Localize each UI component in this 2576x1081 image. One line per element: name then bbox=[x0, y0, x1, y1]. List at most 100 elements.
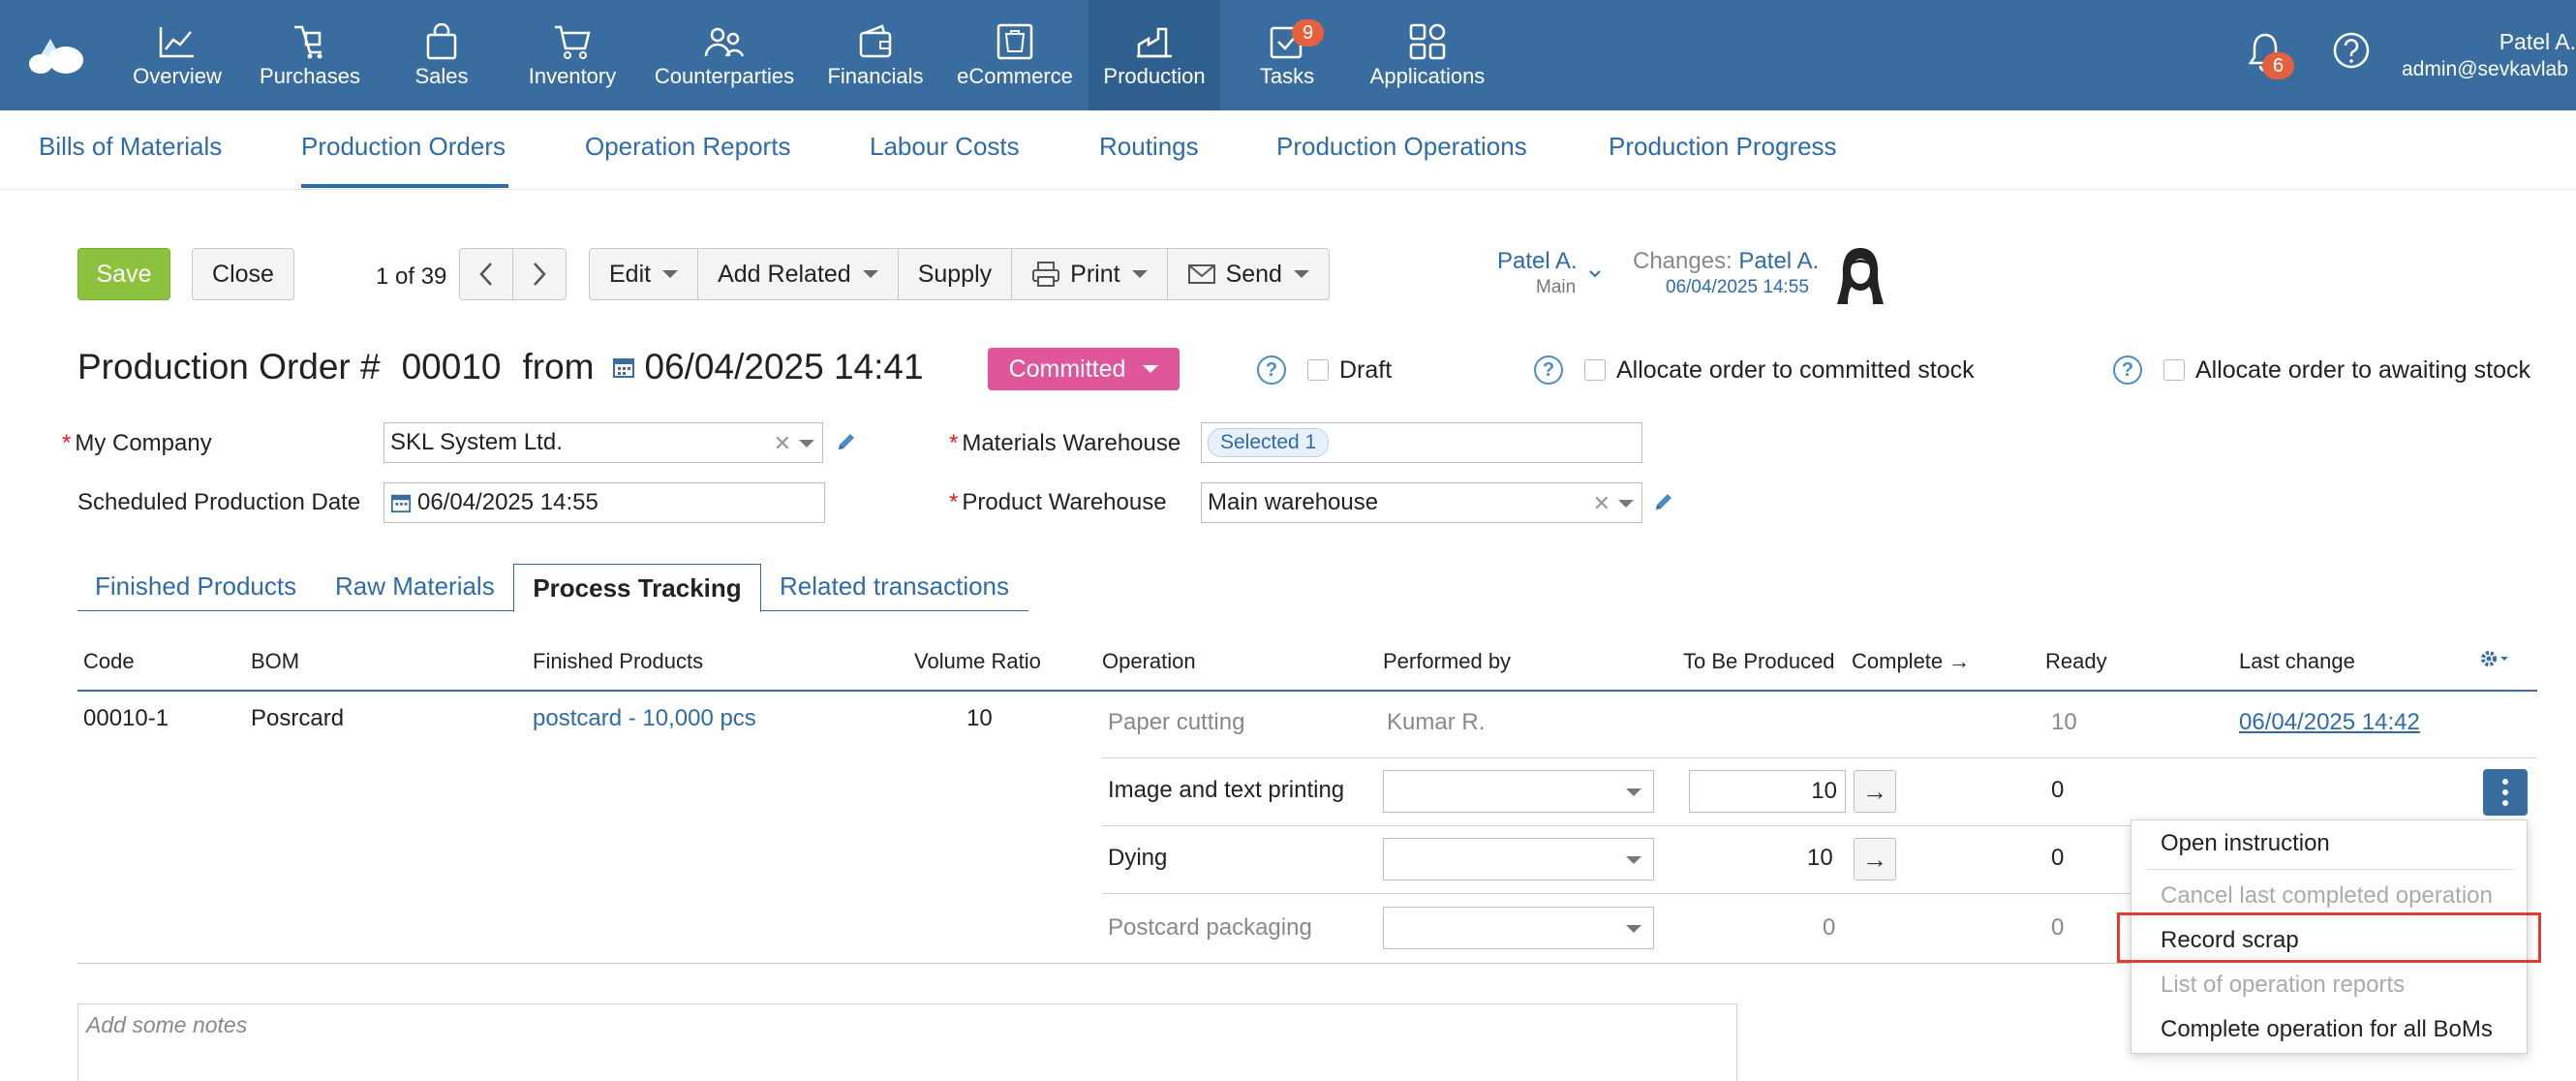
notes-textarea[interactable]: Add some notes bbox=[77, 1004, 1737, 1081]
subtab-production-orders[interactable]: Production Orders bbox=[301, 132, 506, 162]
clear-icon[interactable]: ✕ bbox=[774, 431, 791, 456]
chevron-down-icon[interactable] bbox=[1588, 269, 1602, 279]
col-last-change[interactable]: Last change bbox=[2239, 649, 2355, 674]
allocate-awaiting-help-icon[interactable]: ? bbox=[2113, 355, 2142, 385]
close-button[interactable]: Close bbox=[192, 248, 294, 300]
gear-icon[interactable] bbox=[2479, 649, 2514, 670]
title-from: from bbox=[522, 347, 595, 386]
subtab-operation-reports[interactable]: Operation Reports bbox=[585, 132, 790, 162]
col-code[interactable]: Code bbox=[83, 649, 135, 674]
calendar-icon[interactable] bbox=[390, 492, 412, 513]
my-company-select[interactable]: SKL System Ltd. ✕ bbox=[383, 422, 823, 463]
materials-warehouse-label: * Materials Warehouse bbox=[949, 430, 1181, 456]
col-finished-products[interactable]: Finished Products bbox=[533, 649, 703, 674]
row-actions-kebab-button[interactable] bbox=[2483, 769, 2528, 816]
nav-inventory[interactable]: Inventory bbox=[523, 0, 622, 110]
allocate-awaiting-label: Allocate order to awaiting stock bbox=[2195, 356, 2531, 384]
order-number[interactable]: 00010 bbox=[402, 347, 502, 387]
chevron-down-icon[interactable] bbox=[799, 440, 814, 448]
changes-user[interactable]: Patel A. bbox=[1738, 248, 1819, 274]
col-to-be-produced[interactable]: To Be Produced bbox=[1683, 649, 1835, 674]
menu-separator bbox=[2145, 869, 2515, 870]
responsible-user[interactable]: Patel A. bbox=[1497, 248, 1578, 275]
print-menu-button[interactable]: Print bbox=[1012, 249, 1168, 299]
col-complete-all[interactable]: Complete → bbox=[1852, 649, 1970, 674]
calendar-icon[interactable] bbox=[612, 355, 635, 379]
caret-down-icon bbox=[1143, 365, 1159, 373]
product-warehouse-select[interactable]: Main warehouse ✕ bbox=[1201, 482, 1642, 523]
nav-tasks[interactable]: Tasks bbox=[1249, 0, 1325, 110]
order-date[interactable]: 06/04/2025 14:41 bbox=[645, 347, 924, 387]
scheduled-date-field[interactable]: 06/04/2025 14:55 bbox=[383, 482, 825, 523]
operation-ready: 0 bbox=[2051, 777, 2065, 803]
save-button[interactable]: Save bbox=[77, 248, 170, 300]
materials-warehouse-value[interactable]: Selected 1 bbox=[1208, 428, 1330, 457]
responsible-department: Main bbox=[1536, 277, 1577, 297]
col-bom[interactable]: BOM bbox=[251, 649, 299, 674]
supply-button[interactable]: Supply bbox=[899, 249, 1013, 299]
subtab-bills-of-materials[interactable]: Bills of Materials bbox=[39, 132, 222, 162]
next-record-button[interactable] bbox=[512, 248, 567, 300]
user-email[interactable]: admin@sevkavlab bbox=[2402, 58, 2576, 81]
clear-icon[interactable]: ✕ bbox=[1593, 491, 1610, 516]
row-finished-products-link[interactable]: postcard - 10,000 pcs bbox=[533, 705, 756, 732]
performed-by-select[interactable] bbox=[1383, 770, 1654, 813]
subtab-production-progress[interactable]: Production Progress bbox=[1609, 132, 1837, 162]
tab-related-transactions[interactable]: Related transactions bbox=[780, 571, 1009, 602]
nav-overview[interactable]: Overview bbox=[129, 0, 226, 110]
tab-finished-products[interactable]: Finished Products bbox=[95, 571, 296, 602]
previous-record-button[interactable] bbox=[459, 248, 513, 300]
menu-open-instruction[interactable]: Open instruction bbox=[2161, 830, 2330, 857]
operation-last-change-link[interactable]: 06/04/2025 14:42 bbox=[2239, 709, 2420, 736]
tab-raw-materials[interactable]: Raw Materials bbox=[335, 571, 495, 602]
nav-counterparties[interactable]: Counterparties bbox=[651, 0, 798, 110]
chevron-down-icon bbox=[1626, 925, 1641, 933]
chevron-down-icon bbox=[1626, 788, 1641, 796]
nav-financials[interactable]: Financials bbox=[825, 0, 926, 110]
col-volume-ratio[interactable]: Volume Ratio bbox=[914, 649, 1041, 674]
add-related-menu-button[interactable]: Add Related bbox=[698, 249, 899, 299]
subtab-production-operations[interactable]: Production Operations bbox=[1276, 132, 1527, 162]
purchases-icon bbox=[294, 25, 322, 59]
complete-operation-button[interactable]: → bbox=[1854, 838, 1896, 880]
nav-production[interactable]: Production bbox=[1089, 0, 1220, 110]
allocate-committed-help-icon[interactable]: ? bbox=[1534, 355, 1563, 385]
action-button-group: Edit Add Related Supply Print Send bbox=[589, 248, 1330, 300]
help-icon[interactable] bbox=[2332, 31, 2371, 70]
tab-process-tracking[interactable]: Process Tracking bbox=[513, 564, 761, 612]
draft-checkbox[interactable] bbox=[1307, 359, 1329, 381]
complete-operation-button[interactable]: → bbox=[1854, 770, 1896, 813]
chevron-down-icon[interactable] bbox=[1618, 500, 1634, 508]
nav-inventory-label: Inventory bbox=[528, 64, 617, 88]
app-logo-icon[interactable] bbox=[27, 29, 85, 77]
edit-pencil-icon[interactable] bbox=[835, 430, 858, 453]
edit-pencil-icon[interactable] bbox=[1652, 490, 1675, 513]
nav-sales[interactable]: Sales bbox=[402, 0, 481, 110]
subtab-routings[interactable]: Routings bbox=[1099, 132, 1199, 162]
subtab-labour-costs[interactable]: Labour Costs bbox=[870, 132, 1020, 162]
col-operation[interactable]: Operation bbox=[1102, 649, 1196, 674]
to-be-produced-input[interactable]: 10 bbox=[1689, 770, 1846, 813]
materials-warehouse-select[interactable]: Selected 1 bbox=[1201, 422, 1642, 463]
draft-help-icon[interactable]: ? bbox=[1257, 355, 1286, 385]
status-dropdown[interactable]: Committed bbox=[988, 348, 1180, 390]
edit-menu-button[interactable]: Edit bbox=[590, 249, 699, 299]
performed-by-select[interactable] bbox=[1383, 907, 1654, 949]
scheduled-date-label: Scheduled Production Date bbox=[77, 489, 361, 515]
user-name[interactable]: Patel A. bbox=[2382, 29, 2576, 55]
menu-complete-operation-for-all-boms[interactable]: Complete operation for all BoMs bbox=[2161, 1016, 2493, 1043]
people-icon bbox=[704, 27, 745, 57]
col-performed-by[interactable]: Performed by bbox=[1383, 649, 1511, 674]
draft-label: Draft bbox=[1339, 356, 1393, 384]
nav-purchases[interactable]: Purchases bbox=[254, 0, 366, 110]
col-ready[interactable]: Ready bbox=[2045, 649, 2107, 674]
nav-ecommerce-label: eCommerce bbox=[957, 64, 1073, 88]
operation-name: Dying bbox=[1108, 845, 1168, 871]
nav-ecommerce[interactable]: eCommerce bbox=[953, 0, 1077, 110]
nav-applications-label: Applications bbox=[1369, 64, 1486, 88]
allocate-committed-checkbox[interactable] bbox=[1584, 359, 1606, 381]
nav-applications[interactable]: Applications bbox=[1360, 0, 1495, 110]
send-menu-button[interactable]: Send bbox=[1168, 249, 1329, 299]
performed-by-select[interactable] bbox=[1383, 838, 1654, 880]
allocate-awaiting-checkbox[interactable] bbox=[2163, 359, 2185, 381]
